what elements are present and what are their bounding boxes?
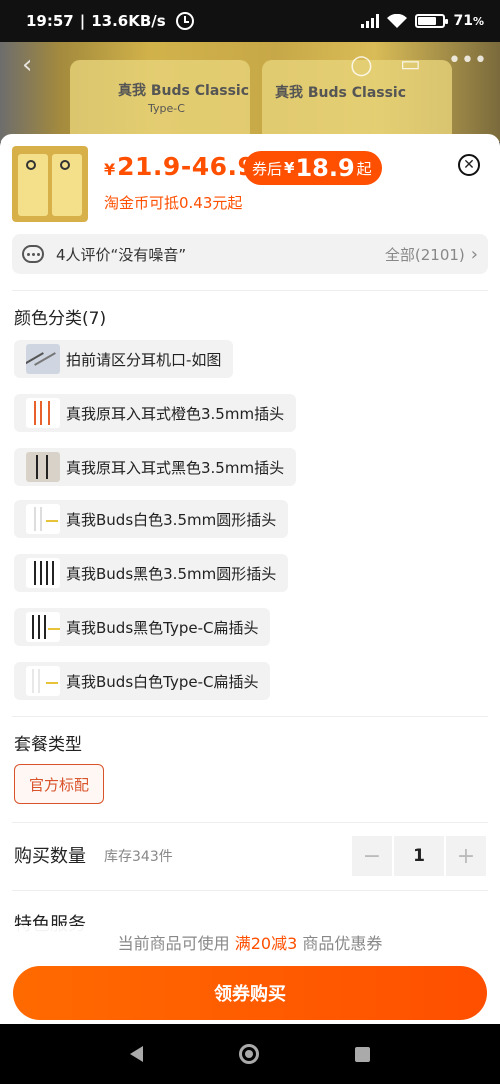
- review-summary-bar[interactable]: 4人评价“没有噪音” 全部(2101) ›: [12, 234, 488, 274]
- status-net-speed: 13.6KB/s: [91, 12, 166, 30]
- battery-percent: 71%: [453, 13, 484, 29]
- option-thumbnail: [26, 558, 60, 588]
- coupon-price-badge: 券后 ¥ 18.9 起: [244, 151, 382, 185]
- color-option[interactable]: 真我Buds黑色3.5mm圆形插头: [14, 554, 289, 592]
- price-range: ¥ 21.9-46.9: [104, 152, 256, 181]
- search-icon[interactable]: ○: [350, 50, 373, 80]
- coupon-highlight: 满20减3: [234, 934, 298, 953]
- package-subtext-left: Type-C: [148, 102, 185, 115]
- color-option[interactable]: 真我Buds黑色Type-C扁插头: [14, 608, 271, 646]
- color-option[interactable]: 真我Buds白色3.5mm圆形插头: [14, 500, 289, 538]
- color-option[interactable]: 拍前请区分耳机口-如图: [14, 340, 234, 378]
- option-label: 真我原耳入耳式黑色3.5mm插头: [66, 458, 285, 477]
- option-thumbnail: [26, 666, 60, 696]
- color-option[interactable]: 真我原耳入耳式橙色3.5mm插头: [14, 394, 297, 432]
- get-coupon-buy-button[interactable]: 领券购买: [13, 966, 487, 1020]
- option-thumbnail: [26, 398, 60, 428]
- more-icon[interactable]: •••: [448, 48, 487, 73]
- option-label: 真我原耳入耳式橙色3.5mm插头: [66, 404, 285, 423]
- sku-selection-sheet: ¥ 21.9-46.9 券后 ¥ 18.9 起 淘金币可抵0.43元起 ✕ 4人…: [0, 134, 500, 1024]
- color-section-title: 颜色分类(7): [14, 309, 107, 329]
- status-left: 19:57 | 13.6KB/s: [26, 12, 194, 30]
- divider: [12, 890, 488, 891]
- package-option-official[interactable]: 官方标配: [14, 764, 104, 804]
- status-right: 71%: [361, 13, 484, 29]
- system-nav-bar: [0, 1024, 500, 1084]
- color-option[interactable]: 真我原耳入耳式黑色3.5mm插头: [14, 448, 297, 486]
- option-label: 真我Buds白色Type-C扁插头: [66, 672, 259, 691]
- review-summary-text: 4人评价“没有噪音”: [56, 245, 187, 264]
- coupon-promo-text: 当前商品可使用 满20减3 商品优惠券: [0, 926, 500, 962]
- battery-icon: [415, 14, 449, 28]
- quantity-label: 购买数量: [14, 846, 86, 867]
- cart-icon[interactable]: ▭: [400, 52, 421, 77]
- color-option[interactable]: 真我Buds白色Type-C扁插头: [14, 662, 271, 700]
- product-thumbnail[interactable]: [12, 146, 88, 222]
- option-thumbnail: [26, 504, 60, 534]
- quantity-plus-button[interactable]: +: [446, 836, 486, 876]
- option-thumbnail: [26, 612, 60, 642]
- option-thumbnail: [26, 452, 60, 482]
- option-label: 真我Buds黑色3.5mm圆形插头: [66, 564, 277, 583]
- close-icon[interactable]: ✕: [458, 154, 480, 176]
- divider: [12, 290, 488, 291]
- package-text-left: 真我 Buds Classic: [118, 83, 250, 99]
- nav-recent-apps-icon[interactable]: [355, 1046, 370, 1062]
- product-photo-background: 真我 Buds Classic Type-C 真我 Buds Classic ‹…: [0, 42, 500, 142]
- quantity-value[interactable]: 1: [394, 836, 444, 876]
- package-section-title: 套餐类型: [14, 735, 82, 755]
- all-reviews-link[interactable]: 全部(2101): [385, 244, 465, 265]
- divider: [12, 822, 488, 823]
- divider: [12, 716, 488, 717]
- option-thumbnail: [26, 344, 60, 374]
- quantity-minus-button[interactable]: −: [352, 836, 392, 876]
- quantity-stepper: − 1 +: [352, 836, 486, 876]
- nav-home-icon[interactable]: [239, 1044, 259, 1064]
- signal-icon: [361, 14, 380, 28]
- taojinbi-discount-text: 淘金币可抵0.43元起: [104, 194, 243, 212]
- nav-back-icon[interactable]: [130, 1046, 143, 1062]
- option-label: 真我Buds白色3.5mm圆形插头: [66, 510, 277, 529]
- option-label: 真我Buds黑色Type-C扁插头: [66, 618, 259, 637]
- stock-text: 库存343件: [104, 849, 173, 865]
- package-text-right: 真我 Buds Classic: [275, 85, 407, 101]
- status-time: 19:57: [26, 12, 74, 30]
- chevron-right-icon: ›: [470, 243, 478, 265]
- sheet-header: ¥ 21.9-46.9 券后 ¥ 18.9 起 淘金币可抵0.43元起 ✕: [0, 134, 500, 230]
- wifi-icon: [387, 14, 408, 28]
- comment-icon: [22, 245, 44, 263]
- option-label: 拍前请区分耳机口-如图: [66, 350, 222, 369]
- package-box-left: [70, 60, 250, 142]
- alarm-icon: [175, 12, 194, 30]
- status-bar: 19:57 | 13.6KB/s 71%: [0, 0, 500, 42]
- back-icon[interactable]: ‹: [22, 50, 32, 80]
- status-separator: |: [79, 12, 86, 30]
